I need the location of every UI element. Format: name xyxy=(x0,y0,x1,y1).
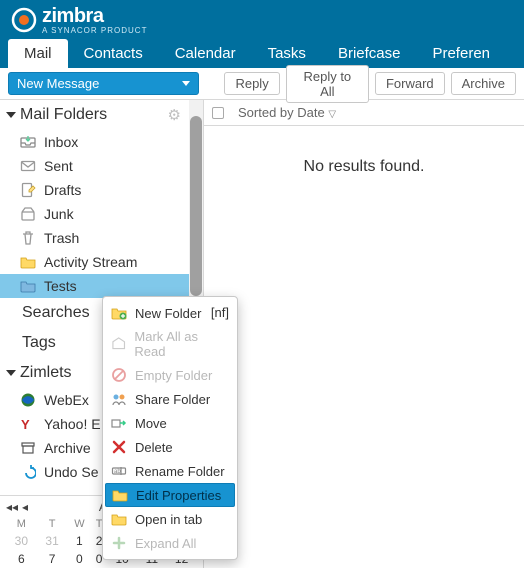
folder-plus-icon xyxy=(111,305,127,321)
svg-text:Y: Y xyxy=(21,417,30,432)
folder-label: Junk xyxy=(44,206,74,222)
ctx-mark-all-read: Mark All as Read xyxy=(103,325,237,363)
folder-label: Trash xyxy=(44,230,79,246)
folder-context-menu: [nf] New Folder Mark All as Read Empty F… xyxy=(102,296,238,560)
share-icon xyxy=(111,391,127,407)
trash-icon xyxy=(20,230,36,246)
move-icon xyxy=(111,415,127,431)
mail-open-icon xyxy=(111,336,126,352)
main-tabs: Mail Contacts Calendar Tasks Briefcase P… xyxy=(0,40,524,68)
folder-drafts[interactable]: Drafts xyxy=(0,178,203,202)
archive-button[interactable]: Archive xyxy=(451,72,516,95)
tab-tasks[interactable]: Tasks xyxy=(252,39,322,68)
cal-day[interactable]: 7 xyxy=(37,550,68,568)
zimlet-label: WebEx xyxy=(44,392,89,408)
ctx-move[interactable]: Move xyxy=(103,411,237,435)
folder-trash[interactable]: Trash xyxy=(0,226,203,250)
folder-inbox[interactable]: Inbox xyxy=(0,130,203,154)
folder-label: Activity Stream xyxy=(44,254,137,270)
tab-briefcase[interactable]: Briefcase xyxy=(322,39,417,68)
folder-icon xyxy=(112,487,128,503)
folder-label: Inbox xyxy=(44,134,78,150)
chevron-down-icon: ▽ xyxy=(328,109,336,120)
webex-icon xyxy=(20,392,36,408)
topbar: zimbra A SYNACOR PRODUCT xyxy=(0,0,524,40)
folder-label: Tests xyxy=(44,278,77,294)
logo: zimbra A SYNACOR PRODUCT xyxy=(10,5,147,35)
tab-calendar[interactable]: Calendar xyxy=(159,39,252,68)
folder-yellow-icon xyxy=(20,254,36,270)
zimlet-label: Undo Se xyxy=(44,464,98,480)
logo-mark-icon xyxy=(10,6,38,34)
mail-folders-label: Mail Folders xyxy=(20,106,107,124)
ctx-rename-folder[interactable]: ab Rename Folder xyxy=(103,459,237,483)
ctx-delete[interactable]: Delete xyxy=(103,435,237,459)
folder-activity-stream[interactable]: Activity Stream xyxy=(0,250,203,274)
cal-day[interactable]: 0 xyxy=(67,550,91,568)
brand-tagline: A SYNACOR PRODUCT xyxy=(42,26,147,35)
cal-day[interactable]: 30 xyxy=(6,532,37,550)
new-message-button[interactable]: New Message xyxy=(8,72,199,95)
ctx-expand-all: Expand All xyxy=(103,531,237,555)
reply-all-button[interactable]: Reply to All xyxy=(286,65,369,103)
folder-junk[interactable]: Junk xyxy=(0,202,203,226)
message-list-panel: Sorted by Date ▽ No results found. xyxy=(204,100,524,568)
tab-mail[interactable]: Mail xyxy=(8,39,68,68)
yahoo-icon: Y xyxy=(20,416,36,432)
folder-tests[interactable]: Tests xyxy=(0,274,203,298)
reply-button[interactable]: Reply xyxy=(224,72,279,95)
tab-contacts[interactable]: Contacts xyxy=(68,39,159,68)
cal-prev-year-icon[interactable]: ◂◂ xyxy=(6,500,18,514)
zimlet-label: Archive xyxy=(44,440,91,456)
brand-name: zimbra xyxy=(42,5,147,28)
forbidden-icon xyxy=(111,367,127,383)
folder-label: Drafts xyxy=(44,182,81,198)
plus-icon xyxy=(111,535,127,551)
select-all-checkbox[interactable] xyxy=(212,107,224,119)
folder-label: Sent xyxy=(44,158,73,174)
list-header: Sorted by Date ▽ xyxy=(204,100,524,126)
rename-icon: ab xyxy=(111,463,127,479)
forward-button[interactable]: Forward xyxy=(375,72,445,95)
toolbar: New Message Reply Reply to All Forward A… xyxy=(0,68,524,100)
cal-day[interactable]: 6 xyxy=(6,550,37,568)
cal-day[interactable]: 31 xyxy=(37,532,68,550)
delete-x-icon xyxy=(111,439,127,455)
gear-icon[interactable]: ⚙ xyxy=(168,106,181,124)
cal-day[interactable]: 1 xyxy=(67,532,91,550)
sent-icon xyxy=(20,158,36,174)
empty-results-text: No results found. xyxy=(204,158,524,176)
undo-icon xyxy=(20,464,36,480)
inbox-icon xyxy=(20,134,36,150)
scrollbar-thumb[interactable] xyxy=(190,116,202,296)
ctx-edit-properties[interactable]: Edit Properties xyxy=(105,483,235,507)
tab-preferences[interactable]: Preferen xyxy=(416,39,506,68)
ctx-open-in-tab[interactable]: Open in tab xyxy=(103,507,237,531)
zimlet-label: Yahoo! E xyxy=(44,416,101,432)
collapse-icon xyxy=(6,370,16,376)
shortcut-hint: [nf] xyxy=(211,305,229,320)
mail-folders-header[interactable]: Mail Folders ⚙ xyxy=(0,100,203,130)
collapse-icon xyxy=(6,112,16,118)
zimlets-label: Zimlets xyxy=(20,364,72,382)
folder-list: Inbox Sent Drafts Junk Trash xyxy=(0,130,203,298)
junk-icon xyxy=(20,206,36,222)
folder-sent[interactable]: Sent xyxy=(0,154,203,178)
new-message-label: New Message xyxy=(17,76,99,91)
drafts-icon xyxy=(20,182,36,198)
cal-prev-month-icon[interactable]: ◂ xyxy=(22,500,28,514)
archive-icon xyxy=(20,440,36,456)
sort-button[interactable]: Sorted by Date ▽ xyxy=(238,105,336,120)
folder-blue-icon xyxy=(20,278,36,294)
svg-text:ab: ab xyxy=(114,469,121,475)
ctx-empty-folder: Empty Folder xyxy=(103,363,237,387)
folder-icon xyxy=(111,511,127,527)
chevron-down-icon xyxy=(182,81,190,86)
ctx-share-folder[interactable]: Share Folder xyxy=(103,387,237,411)
